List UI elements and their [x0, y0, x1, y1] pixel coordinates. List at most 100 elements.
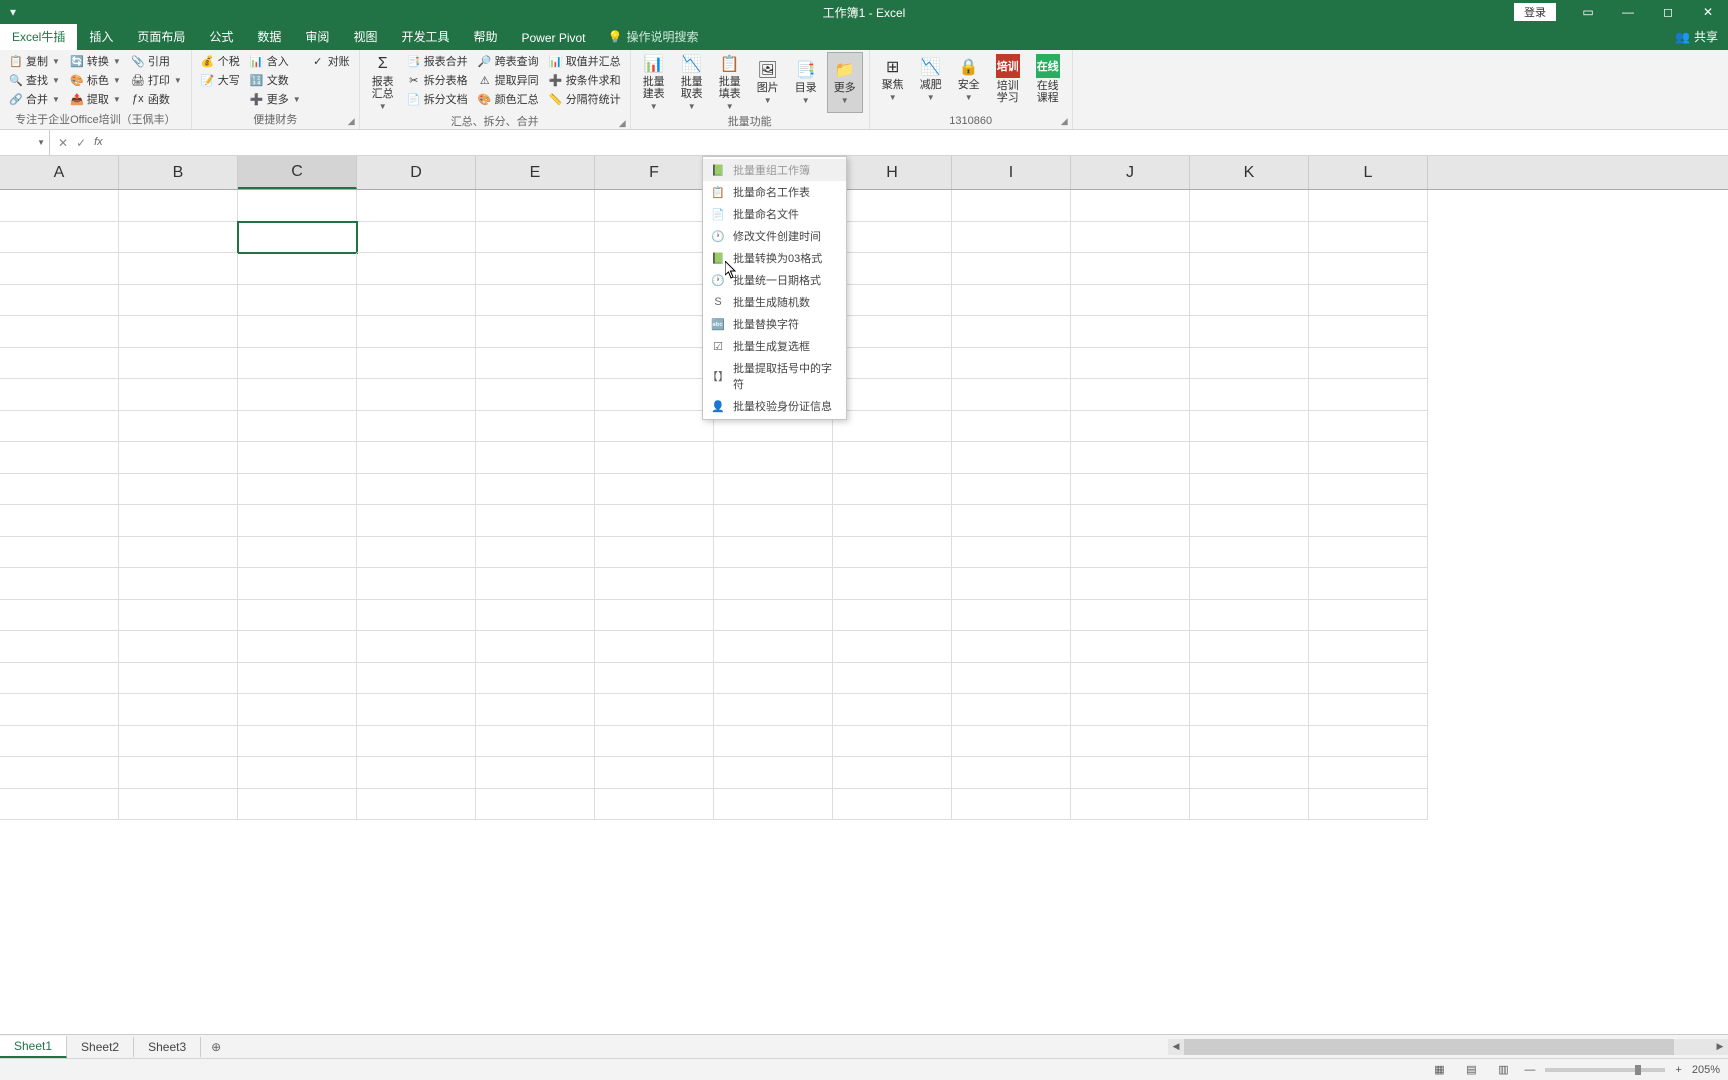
- cell[interactable]: [1309, 442, 1428, 474]
- dropdown-item[interactable]: 📋批量命名工作表: [703, 181, 846, 203]
- cell[interactable]: [476, 726, 595, 758]
- ribbon-button[interactable]: ➕按条件求和: [546, 71, 624, 89]
- cell[interactable]: [714, 757, 833, 789]
- cell[interactable]: [238, 694, 357, 726]
- cell[interactable]: [1071, 789, 1190, 821]
- ribbon-big-button[interactable]: 📉减肥▼: [914, 52, 948, 106]
- scroll-right-icon[interactable]: ▶: [1712, 1039, 1728, 1055]
- cell[interactable]: [1071, 411, 1190, 443]
- cell[interactable]: [1309, 348, 1428, 380]
- cell[interactable]: [1190, 757, 1309, 789]
- ribbon-big-button[interactable]: ⊞聚焦▼: [876, 52, 910, 106]
- formula-input[interactable]: [111, 141, 1728, 145]
- cell[interactable]: [476, 505, 595, 537]
- cell[interactable]: [238, 631, 357, 663]
- cell[interactable]: [952, 222, 1071, 254]
- ribbon-button[interactable]: ➕更多▼: [247, 90, 304, 108]
- cell[interactable]: [476, 600, 595, 632]
- cell[interactable]: [238, 411, 357, 443]
- zoom-level[interactable]: 205%: [1692, 1064, 1720, 1076]
- cell[interactable]: [1309, 285, 1428, 317]
- ribbon-big-button[interactable]: 📁更多▼: [827, 52, 863, 113]
- cell[interactable]: [1071, 505, 1190, 537]
- cell[interactable]: [595, 379, 714, 411]
- cell[interactable]: [357, 789, 476, 821]
- cell[interactable]: [357, 600, 476, 632]
- cell[interactable]: [1190, 253, 1309, 285]
- ribbon-button[interactable]: ⚠提取异同: [475, 71, 542, 89]
- cell[interactable]: [1190, 285, 1309, 317]
- cell[interactable]: [238, 600, 357, 632]
- cell[interactable]: [595, 789, 714, 821]
- cell[interactable]: [714, 505, 833, 537]
- cell[interactable]: [119, 348, 238, 380]
- cell[interactable]: [1309, 694, 1428, 726]
- cell[interactable]: [1071, 600, 1190, 632]
- ribbon-button[interactable]: 📝大写: [198, 71, 243, 89]
- cell[interactable]: [1309, 474, 1428, 506]
- cell[interactable]: [714, 663, 833, 695]
- cell[interactable]: [833, 537, 952, 569]
- cell[interactable]: [714, 474, 833, 506]
- cell[interactable]: [0, 757, 119, 789]
- cell[interactable]: [238, 757, 357, 789]
- cell[interactable]: [714, 537, 833, 569]
- cell[interactable]: [952, 505, 1071, 537]
- chevron-down-icon[interactable]: ▼: [37, 138, 45, 147]
- column-header[interactable]: L: [1309, 156, 1428, 189]
- cell[interactable]: [1309, 789, 1428, 821]
- zoom-out-icon[interactable]: —: [1524, 1064, 1535, 1076]
- cell[interactable]: [357, 222, 476, 254]
- cell[interactable]: [119, 631, 238, 663]
- ribbon-button[interactable]: 📄拆分文档: [404, 90, 471, 108]
- cell[interactable]: [119, 537, 238, 569]
- cell[interactable]: [119, 316, 238, 348]
- cell[interactable]: [238, 474, 357, 506]
- cell[interactable]: [0, 726, 119, 758]
- maximize-icon[interactable]: ◻: [1648, 0, 1688, 24]
- cell[interactable]: [119, 411, 238, 443]
- page-layout-view-icon[interactable]: ▤: [1460, 1061, 1482, 1079]
- cell[interactable]: [595, 222, 714, 254]
- dialog-launcher-icon[interactable]: ◢: [1061, 116, 1068, 127]
- enter-icon[interactable]: ✓: [76, 136, 86, 150]
- cell[interactable]: [119, 505, 238, 537]
- cell[interactable]: [476, 568, 595, 600]
- dropdown-item[interactable]: 👤批量校验身份证信息: [703, 395, 846, 417]
- cell[interactable]: [833, 505, 952, 537]
- cell[interactable]: [238, 285, 357, 317]
- cell[interactable]: [952, 568, 1071, 600]
- cell[interactable]: [833, 789, 952, 821]
- cell[interactable]: [1071, 348, 1190, 380]
- cell[interactable]: [1190, 442, 1309, 474]
- cell[interactable]: [0, 600, 119, 632]
- cell[interactable]: [357, 442, 476, 474]
- ribbon-button[interactable]: 🔗合并▼: [6, 90, 63, 108]
- cell[interactable]: [238, 222, 357, 254]
- cell[interactable]: [833, 600, 952, 632]
- cell[interactable]: [1309, 411, 1428, 443]
- cell[interactable]: [476, 379, 595, 411]
- cell[interactable]: [1071, 631, 1190, 663]
- cell[interactable]: [595, 474, 714, 506]
- cell[interactable]: [952, 253, 1071, 285]
- ribbon-button[interactable]: ✂拆分表格: [404, 71, 471, 89]
- cell[interactable]: [0, 411, 119, 443]
- cell[interactable]: [1190, 190, 1309, 222]
- cell[interactable]: [714, 568, 833, 600]
- cell[interactable]: [238, 348, 357, 380]
- cell[interactable]: [1071, 757, 1190, 789]
- tab-review[interactable]: 审阅: [293, 23, 341, 50]
- column-header[interactable]: B: [119, 156, 238, 189]
- add-sheet-button[interactable]: ⊕: [201, 1037, 231, 1057]
- cell[interactable]: [476, 442, 595, 474]
- cell[interactable]: [1309, 631, 1428, 663]
- cell[interactable]: [1190, 537, 1309, 569]
- cell[interactable]: [357, 253, 476, 285]
- normal-view-icon[interactable]: ▦: [1428, 1061, 1450, 1079]
- cell[interactable]: [1190, 600, 1309, 632]
- cell[interactable]: [1309, 379, 1428, 411]
- cell[interactable]: [714, 789, 833, 821]
- dialog-launcher-icon[interactable]: ◢: [348, 116, 355, 127]
- cell[interactable]: [238, 190, 357, 222]
